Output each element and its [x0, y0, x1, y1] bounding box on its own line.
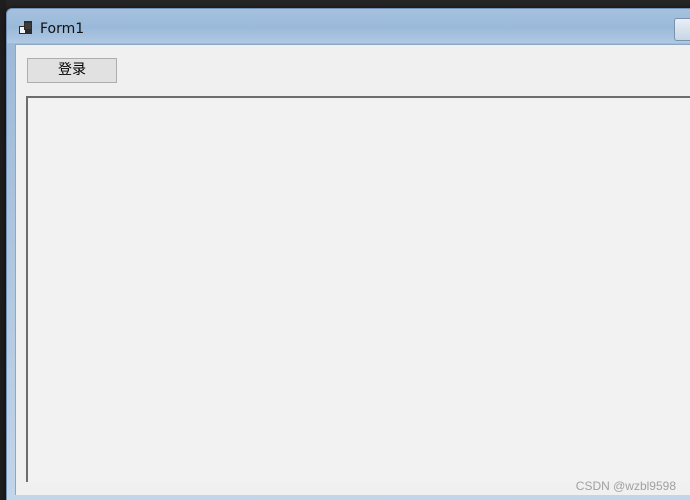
- login-button[interactable]: 登录: [27, 58, 117, 83]
- form1-window: Form1 登录: [6, 8, 690, 500]
- csdn-watermark: CSDN @wzbl9598: [575, 479, 676, 493]
- minimize-button[interactable]: [674, 18, 690, 41]
- window-title: Form1: [40, 21, 85, 37]
- desktop: Form1 登录 CSDN @wzbl9598: [0, 0, 690, 500]
- form-client-area: 登录: [15, 44, 690, 495]
- content-panel: [26, 96, 690, 482]
- winforms-app-icon: [18, 20, 34, 36]
- title-bar[interactable]: Form1: [7, 9, 690, 43]
